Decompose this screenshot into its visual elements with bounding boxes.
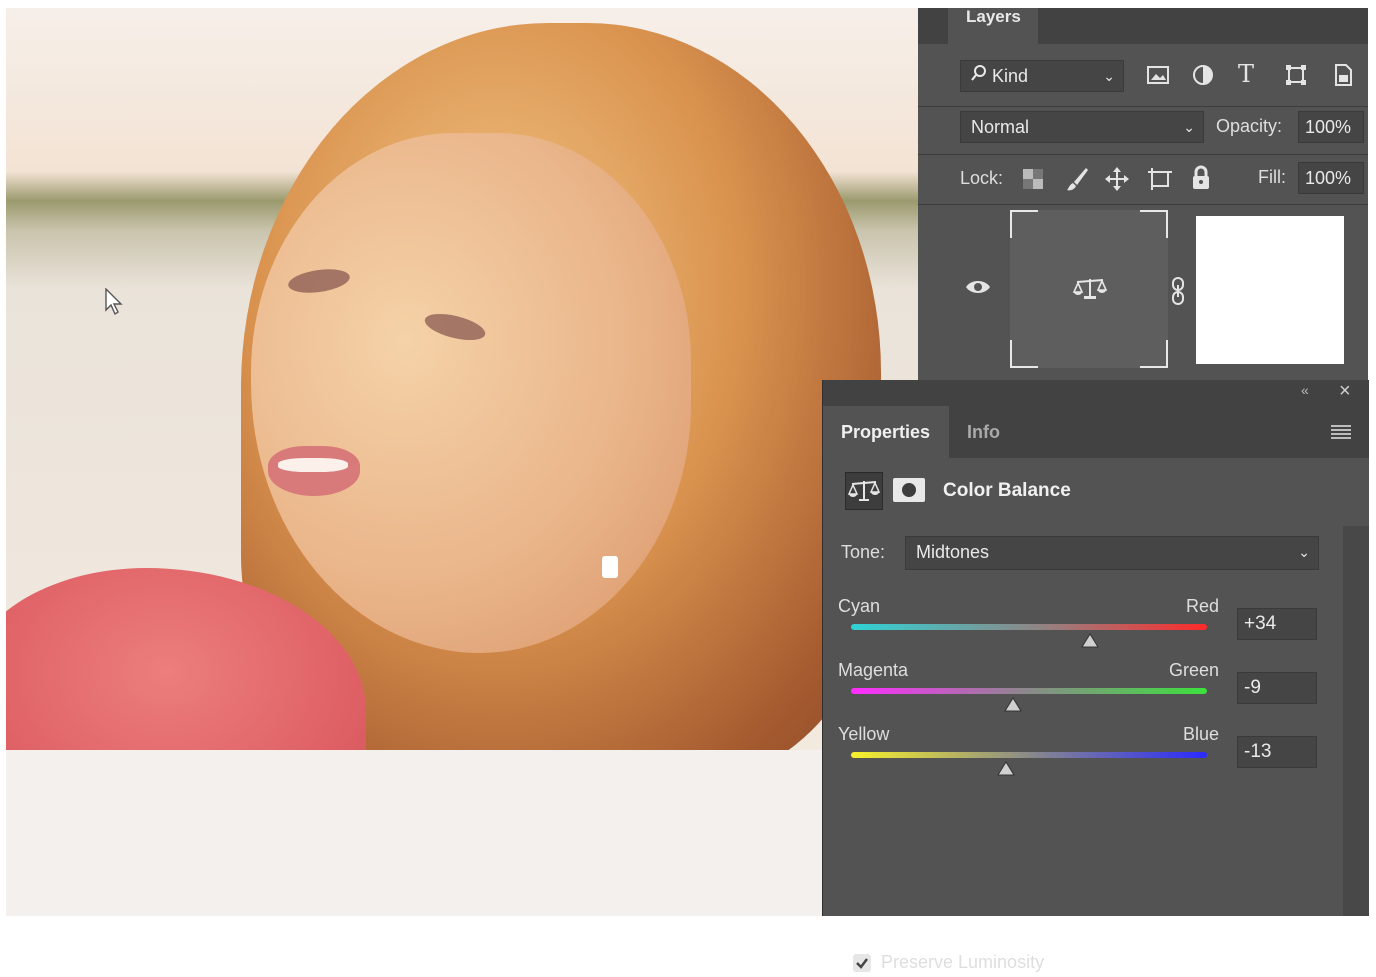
canvas-lower-area <box>6 750 822 916</box>
photo-teeth <box>278 458 348 472</box>
slider-row-yellow-blue: Yellow Blue -13 <box>823 724 1343 792</box>
lock-label: Lock: <box>960 168 1004 188</box>
opacity-input[interactable]: 100% <box>1298 111 1364 143</box>
slider-left-label: Magenta <box>838 660 909 680</box>
chevron-down-icon: ⌄ <box>1298 544 1310 560</box>
properties-tabbar: Properties Info <box>823 406 1369 458</box>
adjustment-layer-thumbnail[interactable] <box>1010 210 1168 368</box>
preserve-luminosity-label: Preserve Luminosity <box>881 952 1045 972</box>
close-icon[interactable]: × <box>1339 380 1351 403</box>
properties-scrollbar[interactable] <box>1343 526 1369 916</box>
layers-tabbar: Layers <box>918 8 1368 44</box>
photo-earring <box>602 556 618 578</box>
fill-input[interactable]: 100% <box>1298 162 1364 194</box>
slider-left-label: Yellow <box>838 724 890 744</box>
slider-row-cyan-red: Cyan Red +34 <box>823 596 1343 664</box>
lock-artboard-icon[interactable] <box>1146 166 1174 197</box>
tab-properties-label: Properties <box>841 422 931 442</box>
slider-thumb[interactable] <box>1080 633 1100 649</box>
slider-value-input[interactable]: -9 <box>1237 672 1317 704</box>
slider-left-label: Cyan <box>838 596 881 616</box>
shape-filter-icon[interactable] <box>1284 64 1308 91</box>
color-balance-icon[interactable] <box>845 472 883 510</box>
mask-icon[interactable] <box>893 478 925 502</box>
smart-object-filter-icon[interactable] <box>1332 63 1354 92</box>
properties-header: Color Balance <box>823 458 1369 527</box>
adjustment-title: Color Balance <box>943 480 1071 501</box>
chevron-down-icon: ⌄ <box>1103 68 1115 84</box>
slider-right-label: Blue <box>1182 724 1219 744</box>
properties-panel: « × Properties Info Color Balance Tone: … <box>822 380 1369 972</box>
collapse-icon[interactable]: « <box>1301 382 1309 398</box>
search-icon <box>971 61 987 91</box>
tone-label: Tone: <box>841 542 886 562</box>
tone-select[interactable]: Midtones ⌄ <box>905 536 1319 570</box>
blend-mode-select[interactable]: Normal ⌄ <box>960 111 1204 143</box>
layers-separator <box>918 154 1368 155</box>
fill-label: Fill: <box>1258 167 1286 187</box>
slider-right-label: Green <box>1168 660 1219 680</box>
preserve-luminosity-checkbox[interactable] <box>853 954 871 972</box>
tab-info[interactable]: Info <box>967 406 1027 458</box>
filter-kind-select[interactable]: Kind ⌄ <box>960 60 1124 92</box>
tab-properties[interactable]: Properties <box>823 406 949 458</box>
slider-right-label: Red <box>1185 596 1219 616</box>
chevron-down-icon: ⌄ <box>1183 119 1195 135</box>
type-filter-icon[interactable]: T <box>1238 60 1254 88</box>
adjustment-filter-icon[interactable] <box>1192 64 1214 91</box>
slider-track[interactable] <box>851 624 1207 630</box>
opacity-label: Opacity: <box>1216 116 1283 136</box>
panel-menu-icon[interactable] <box>1331 424 1351 445</box>
tone-value: Midtones <box>916 542 990 562</box>
slider-row-magenta-green: Magenta Green -9 <box>823 660 1343 728</box>
slider-thumb[interactable] <box>1003 697 1023 713</box>
color-balance-icon <box>1072 276 1108 307</box>
lock-image-pixels-icon[interactable] <box>1064 166 1090 197</box>
lock-position-icon[interactable] <box>1104 166 1130 197</box>
visibility-eye-icon[interactable] <box>964 278 992 301</box>
slider-thumb[interactable] <box>996 761 1016 777</box>
color-balance-controls: Tone: Midtones ⌄ Cyan Red +34 Magenta Green -… <box>823 526 1343 972</box>
lock-all-icon[interactable] <box>1190 165 1212 196</box>
layer-mask-thumbnail[interactable] <box>1196 216 1344 364</box>
properties-topbar: « × <box>823 380 1369 406</box>
slider-track[interactable] <box>851 752 1207 758</box>
filter-kind-label: Kind <box>992 66 1029 86</box>
link-icon[interactable] <box>1170 276 1186 311</box>
lock-transparent-pixels-icon[interactable] <box>1022 168 1044 195</box>
canvas-photo[interactable] <box>6 8 918 750</box>
slider-value-input[interactable]: +34 <box>1237 608 1317 640</box>
blend-mode-value: Normal <box>971 117 1030 137</box>
slider-track[interactable] <box>851 688 1207 694</box>
layers-separator <box>918 106 1368 107</box>
layers-panel: Layers Kind ⌄ T Normal ⌄ Opacity: 100% L… <box>918 8 1368 380</box>
slider-value-input[interactable]: -13 <box>1237 736 1317 768</box>
layers-separator <box>918 204 1368 205</box>
image-filter-icon[interactable] <box>1146 64 1170 91</box>
tab-layers[interactable]: Layers <box>948 8 1038 44</box>
tab-info-label: Info <box>967 422 1000 442</box>
